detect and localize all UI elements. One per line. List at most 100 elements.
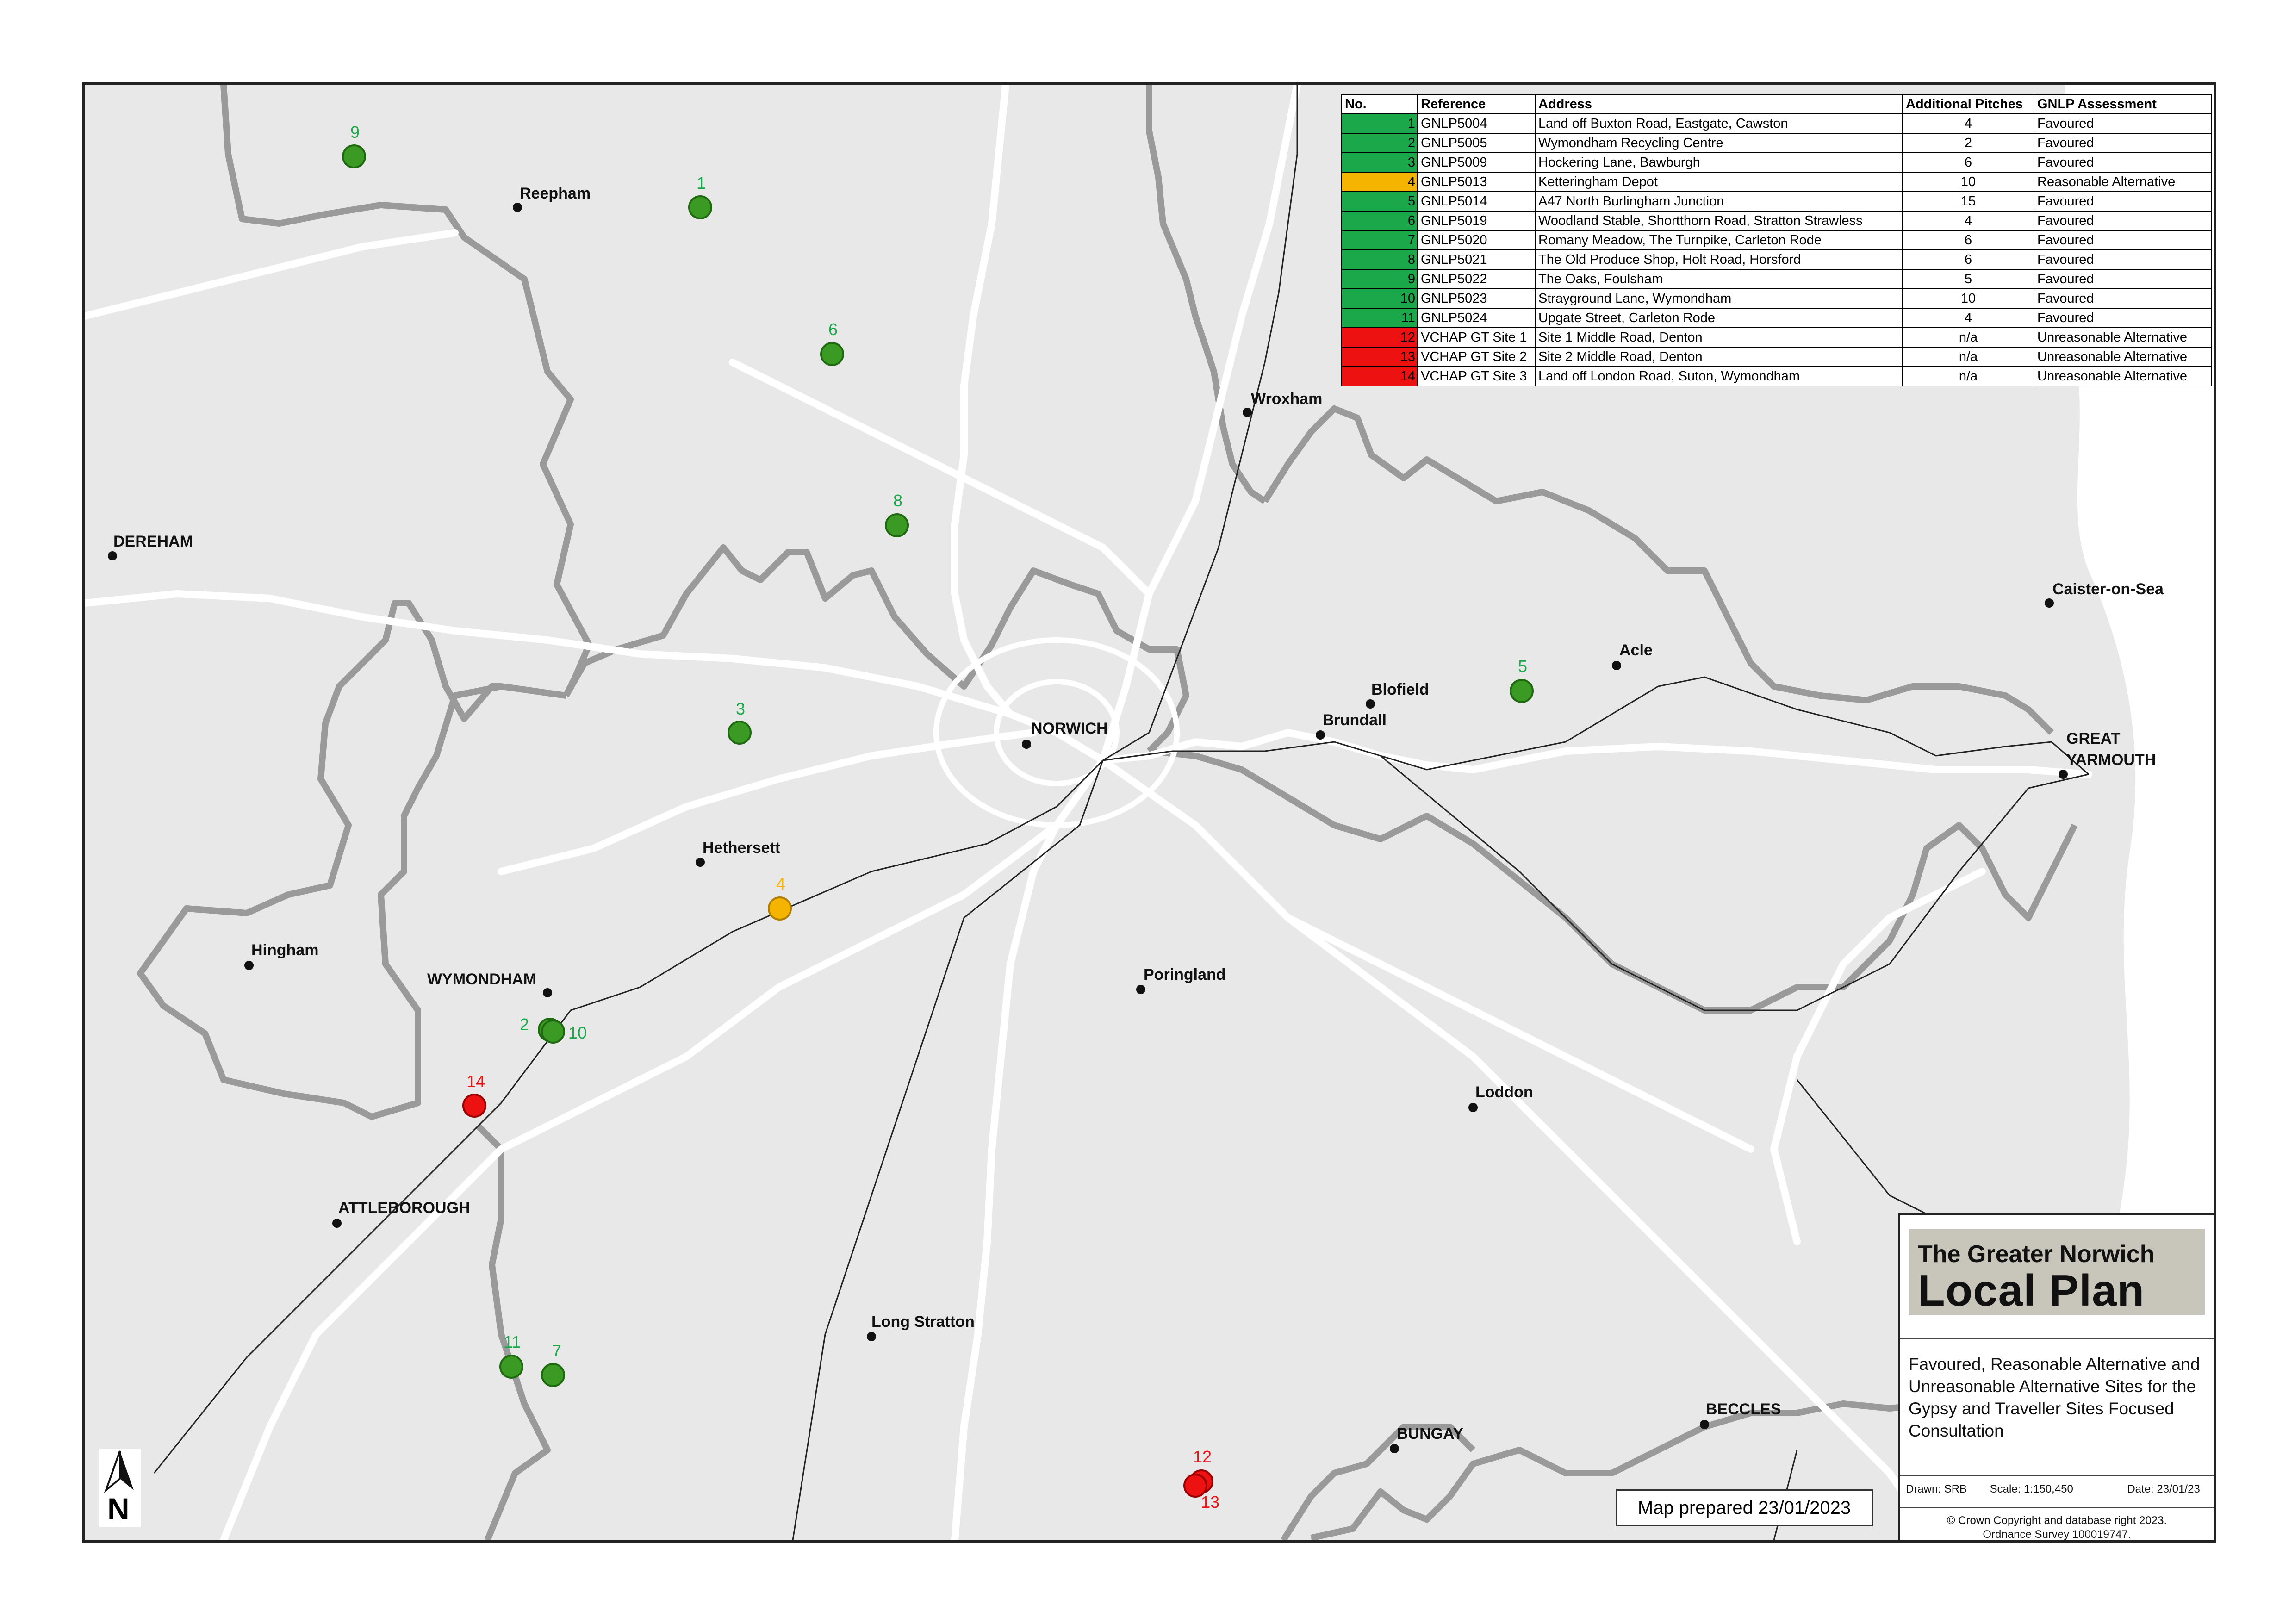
- legend-cell-no: 11: [1341, 308, 1418, 328]
- town-label: WYMONDHAM: [427, 971, 537, 988]
- legend-cell-assessment: Unreasonable Alternative: [2034, 327, 2212, 348]
- town-label: Long Stratton: [871, 1313, 975, 1331]
- legend-cell-pitches: 6: [1902, 249, 2034, 270]
- legend-cell-no: 8: [1341, 249, 1418, 270]
- legend-cell-reference: GNLP5022: [1417, 269, 1536, 289]
- legend-cell-assessment: Favoured: [2034, 211, 2212, 231]
- town-marker: [108, 551, 117, 560]
- legend-cell-no: 2: [1341, 133, 1418, 153]
- legend-row: 13 VCHAP GT Site 2 Site 2 Middle Road, Den…: [1341, 347, 2212, 367]
- legend-cell-address: Wymondham Recycling Centre: [1535, 133, 1903, 153]
- divider: [1900, 1338, 2214, 1339]
- legend-cell-no: 12: [1341, 327, 1418, 348]
- town-marker: [1366, 699, 1375, 709]
- north-label: N: [107, 1492, 130, 1526]
- legend-cell-no: 4: [1341, 172, 1418, 192]
- town-marker: [1243, 408, 1252, 417]
- legend-cell-reference: GNLP5009: [1417, 152, 1536, 173]
- legend-cell-reference: VCHAP GT Site 3: [1417, 366, 1536, 386]
- legend-cell-reference: VCHAP GT Site 2: [1417, 347, 1536, 367]
- site-legend-table: No. Reference Address Additional Pitches…: [1341, 94, 2212, 386]
- town-marker: [2059, 770, 2068, 779]
- local-plan-logo: The Greater Norwich Local Plan: [1909, 1229, 2205, 1315]
- site-label-8: 8: [893, 491, 903, 510]
- legend-row: 14 VCHAP GT Site 3 Land off London Road, S…: [1341, 366, 2212, 386]
- legend-cell-no: 6: [1341, 211, 1418, 231]
- legend-cell-address: Upgate Street, Carleton Rode: [1535, 308, 1903, 328]
- town-label: Caister-on-Sea: [2052, 580, 2164, 598]
- legend-cell-pitches: n/a: [1902, 327, 2034, 348]
- legend-header-assessment: GNLP Assessment: [2034, 94, 2212, 114]
- legend-cell-address: Site 1 Middle Road, Denton: [1535, 327, 1903, 348]
- divider: [1900, 1475, 2214, 1476]
- site-label-1: 1: [697, 174, 706, 193]
- town-marker: [696, 858, 705, 867]
- legend-cell-no: 3: [1341, 152, 1418, 173]
- legend-cell-assessment: Favoured: [2034, 308, 2212, 328]
- legend-cell-assessment: Favoured: [2034, 269, 2212, 289]
- legend-row: 3 GNLP5009 Hockering Lane, Bawburgh 6 Favour…: [1341, 152, 2212, 173]
- legend-cell-assessment: Favoured: [2034, 288, 2212, 309]
- legend-cell-no: 10: [1341, 288, 1418, 309]
- legend-cell-address: Site 2 Middle Road, Denton: [1535, 347, 1903, 367]
- north-arrow: N: [99, 1449, 141, 1527]
- legend-row: 12 VCHAP GT Site 1 Site 1 Middle Road, Den…: [1341, 327, 2212, 348]
- legend-cell-assessment: Favoured: [2034, 249, 2212, 270]
- legend-row: 5 GNLP5014 A47 North Burlingham Junction 15…: [1341, 191, 2212, 212]
- site-label-6: 6: [828, 320, 838, 339]
- site-label-7: 7: [552, 1341, 562, 1360]
- legend-cell-address: A47 North Burlingham Junction: [1535, 191, 1903, 212]
- legend-cell-pitches: n/a: [1902, 366, 2034, 386]
- legend-cell-pitches: n/a: [1902, 347, 2034, 367]
- north-arrow-icon: [104, 1450, 134, 1493]
- site-label-14: 14: [466, 1072, 485, 1091]
- legend-header-row: No. Reference Address Additional Pitches…: [1341, 94, 2212, 114]
- legend-cell-assessment: Reasonable Alternative: [2034, 172, 2212, 192]
- legend-cell-address: Romany Meadow, The Turnpike, Carleton Ro…: [1535, 230, 1903, 250]
- town-label: YARMOUTH: [2066, 751, 2156, 769]
- town-marker: [1390, 1444, 1399, 1453]
- town-marker: [1022, 740, 1031, 749]
- town-marker: [1700, 1420, 1709, 1429]
- legend-cell-pitches: 4: [1902, 113, 2034, 134]
- legend-cell-pitches: 6: [1902, 230, 2034, 250]
- legend-row: 8 GNLP5021 The Old Produce Shop, Holt Road…: [1341, 249, 2212, 270]
- town-label: Brundall: [1323, 711, 1387, 729]
- legend-cell-pitches: 4: [1902, 308, 2034, 328]
- divider: [1900, 1507, 2214, 1508]
- town-label: Wroxham: [1251, 390, 1323, 408]
- map-metadata: Drawn: SRB Scale: 1:150,450 Date: 23/01/…: [1906, 1483, 2214, 1496]
- legend-cell-reference: GNLP5024: [1417, 308, 1536, 328]
- legend-cell-address: Ketteringham Depot: [1535, 172, 1903, 192]
- town-marker: [1316, 730, 1325, 740]
- legend-header-no: No.: [1341, 94, 1418, 114]
- town-label: DEREHAM: [113, 533, 193, 550]
- town-marker: [332, 1219, 342, 1228]
- site-label-11: 11: [504, 1332, 521, 1351]
- legend-cell-assessment: Unreasonable Alternative: [2034, 366, 2212, 386]
- legend-cell-assessment: Favoured: [2034, 133, 2212, 153]
- legend-cell-address: Land off Buxton Road, Eastgate, Cawston: [1535, 113, 1903, 134]
- town-marker: [543, 988, 552, 997]
- site-label-10: 10: [568, 1023, 587, 1042]
- legend-cell-no: 9: [1341, 269, 1418, 289]
- legend-cell-reference: GNLP5021: [1417, 249, 1536, 270]
- site-label-9: 9: [350, 123, 360, 142]
- town-label: Reepham: [520, 185, 591, 202]
- town-label: Poringland: [1144, 966, 1226, 983]
- legend-cell-pitches: 15: [1902, 191, 2034, 212]
- legend-cell-reference: GNLP5023: [1417, 288, 1536, 309]
- map-description: Favoured, Reasonable Alternative and Unr…: [1909, 1355, 2200, 1440]
- legend-cell-reference: GNLP5019: [1417, 211, 1536, 231]
- legend-row: 10 GNLP5023 Strayground Lane, Wymondham 10 F…: [1341, 288, 2212, 309]
- legend-cell-no: 7: [1341, 230, 1418, 250]
- copyright-line-2: Ordnance Survey 100019747.: [1983, 1528, 2131, 1541]
- town-label: Hingham: [251, 941, 319, 959]
- legend-cell-pitches: 5: [1902, 269, 2034, 289]
- town-label: Loddon: [1475, 1083, 1533, 1101]
- town-marker: [513, 203, 522, 212]
- legend-cell-assessment: Favoured: [2034, 152, 2212, 173]
- town-label: BUNGAY: [1397, 1425, 1464, 1443]
- site-label-4: 4: [776, 874, 786, 893]
- town-marker: [1136, 985, 1145, 994]
